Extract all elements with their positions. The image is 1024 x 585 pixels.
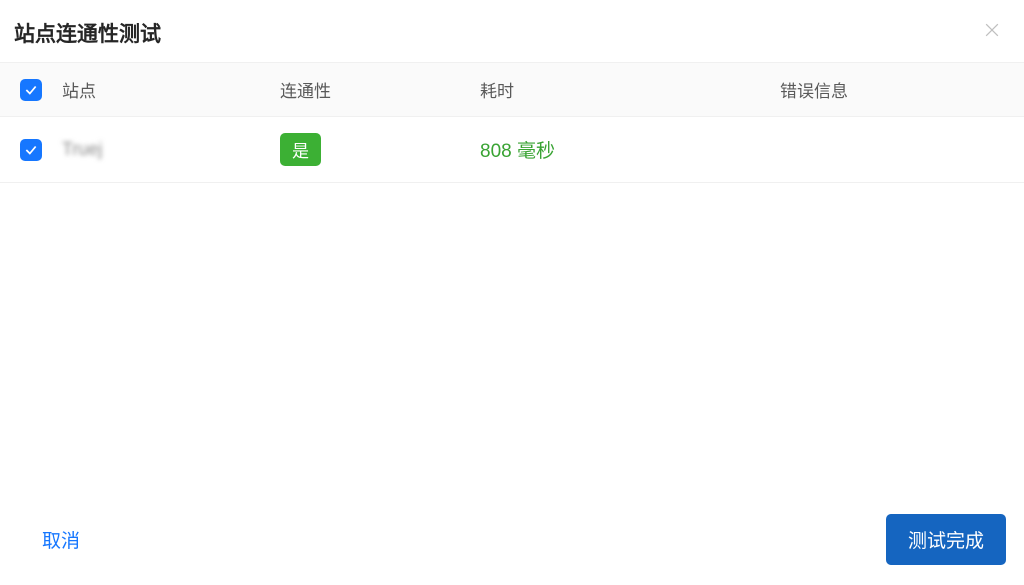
cell-connectivity: 是 xyxy=(280,133,480,166)
cell-time: 808 毫秒 xyxy=(480,136,780,163)
table-header-row: 站点 连通性 耗时 错误信息 xyxy=(0,62,1024,117)
cancel-button[interactable]: 取消 xyxy=(32,520,90,559)
time-value: 808 毫秒 xyxy=(480,141,555,162)
test-complete-button[interactable]: 测试完成 xyxy=(886,514,1006,565)
results-table: 站点 连通性 耗时 错误信息 Truej 是 808 毫秒 xyxy=(0,62,1024,498)
row-checkbox[interactable] xyxy=(20,139,42,161)
header-connectivity: 连通性 xyxy=(280,77,480,102)
modal-header: 站点连通性测试 xyxy=(0,0,1024,62)
header-error: 错误信息 xyxy=(780,77,1024,102)
header-time: 耗时 xyxy=(480,77,780,102)
close-icon[interactable] xyxy=(980,18,1004,46)
select-all-checkbox[interactable] xyxy=(20,79,42,101)
header-checkbox-cell xyxy=(0,79,62,101)
modal-footer: 取消 测试完成 xyxy=(0,498,1024,585)
connectivity-test-modal: 站点连通性测试 站点 连通性 耗时 错误信息 Truej xyxy=(0,0,1024,585)
table-row: Truej 是 808 毫秒 xyxy=(0,117,1024,183)
row-checkbox-cell xyxy=(0,139,62,161)
header-site: 站点 xyxy=(62,77,280,102)
cell-site: Truej xyxy=(62,139,280,160)
modal-title: 站点连通性测试 xyxy=(14,18,161,48)
connectivity-badge: 是 xyxy=(280,133,321,166)
site-name: Truej xyxy=(62,139,102,159)
